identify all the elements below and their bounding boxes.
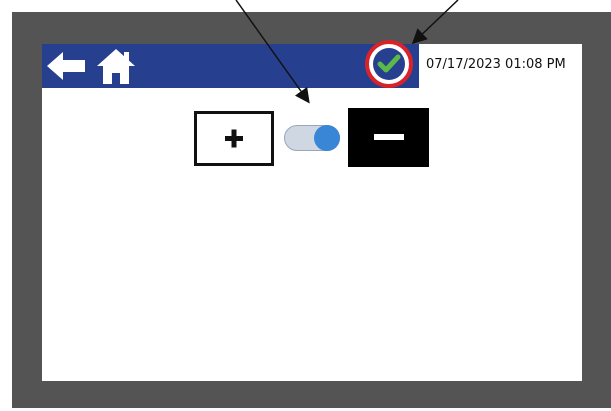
datetime-label: 07/17/2023 01:08 PM bbox=[426, 57, 566, 72]
toggle-knob bbox=[314, 125, 340, 151]
status-indicator bbox=[373, 48, 405, 80]
checkmark-icon bbox=[377, 54, 401, 73]
back-arrow-icon bbox=[47, 52, 85, 80]
header-bar: 07/17/2023 01:08 PM bbox=[42, 40, 582, 88]
back-button[interactable] bbox=[45, 50, 89, 82]
increase-button[interactable] bbox=[194, 111, 274, 166]
plus-icon bbox=[225, 129, 243, 148]
minus-icon bbox=[374, 134, 404, 140]
home-button[interactable] bbox=[95, 46, 137, 86]
touch-screen: 07/17/2023 01:08 PM bbox=[42, 40, 582, 381]
home-icon bbox=[97, 49, 135, 84]
decrease-button[interactable] bbox=[348, 108, 429, 167]
mode-toggle-switch[interactable] bbox=[284, 125, 340, 151]
status-badge[interactable] bbox=[365, 40, 413, 88]
